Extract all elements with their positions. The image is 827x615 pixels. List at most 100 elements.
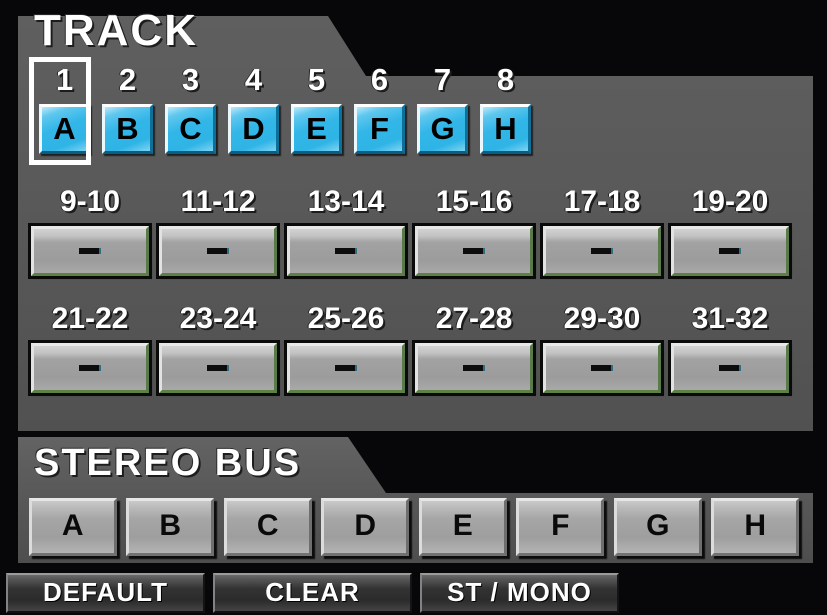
pair-value-9-10 [79, 248, 101, 254]
pair-value-11-12 [207, 248, 229, 254]
pair-cell-17-18 [538, 226, 666, 278]
pair-label-25-26: 25-26 [307, 302, 385, 335]
track-cell-3: C [159, 104, 222, 156]
stereo-cell-g: G [609, 498, 707, 558]
track-button-1[interactable]: A [39, 104, 90, 154]
pair-button-11-12[interactable] [159, 226, 277, 276]
track-number-6: 6 [370, 62, 389, 97]
pair-label-15-16: 15-16 [435, 185, 513, 218]
pair-button-25-26[interactable] [287, 343, 405, 393]
stereo-bus-section-title: STEREO BUS [34, 442, 302, 484]
pair-button-29-30[interactable] [543, 343, 661, 393]
track-cell-4: D [222, 104, 285, 156]
pair-cell-13-14 [282, 226, 410, 278]
pair-label-19-20: 19-20 [691, 185, 769, 218]
track-number-row: 1 2 3 4 5 6 7 8 [33, 61, 543, 101]
stereo-bus-button-g[interactable]: G [613, 498, 702, 556]
pair-label-21-22: 21-22 [51, 302, 129, 335]
stereo-bus-button-c[interactable]: C [223, 498, 312, 556]
pair-button-27-28[interactable] [415, 343, 533, 393]
stereo-bus-button-f[interactable]: F [516, 498, 605, 556]
track-button-6[interactable]: F [354, 104, 405, 154]
track-number-1: 1 [55, 62, 74, 97]
pair-button-23-24[interactable] [159, 343, 277, 393]
pair-value-29-30 [591, 365, 613, 371]
pair-label-17-18: 17-18 [563, 185, 641, 218]
stereo-bus-button-e[interactable]: E [418, 498, 507, 556]
pair-cell-11-12 [154, 226, 282, 278]
track-section-title: TRACK [34, 6, 198, 55]
track-button-7[interactable]: G [417, 104, 468, 154]
pair-label-29-30: 29-30 [563, 302, 641, 335]
stereo-bus-button-d[interactable]: D [321, 498, 410, 556]
pair-cell-9-10 [26, 226, 154, 278]
pair-value-13-14 [335, 248, 357, 254]
track-cell-7: G [411, 104, 474, 156]
pair-label-13-14: 13-14 [307, 185, 385, 218]
pair-button-row-1 [26, 226, 794, 278]
track-cell-1: A [33, 104, 96, 156]
pair-value-19-20 [719, 248, 741, 254]
pair-button-31-32[interactable] [671, 343, 789, 393]
pair-cell-19-20 [666, 226, 794, 278]
pair-value-27-28 [463, 365, 485, 371]
pair-label-11-12: 11-12 [180, 185, 256, 218]
track-number-7: 7 [433, 62, 452, 97]
pair-cell-15-16 [410, 226, 538, 278]
pair-button-9-10[interactable] [31, 226, 149, 276]
stereo-bus-button-row: A B C D E F G H [24, 498, 804, 558]
pair-button-21-22[interactable] [31, 343, 149, 393]
track-number-8: 8 [496, 62, 515, 97]
pair-button-19-20[interactable] [671, 226, 789, 276]
pair-label-31-32: 31-32 [691, 302, 769, 335]
track-cell-2: B [96, 104, 159, 156]
pair-label-row-1: 9-10 11-12 13-14 15-16 17-18 19-20 [26, 185, 794, 221]
track-number-2: 2 [118, 62, 137, 97]
pair-cell-21-22 [26, 343, 154, 395]
stereo-cell-h: H [707, 498, 805, 558]
track-button-8[interactable]: H [480, 104, 531, 154]
stereo-cell-c: C [219, 498, 317, 558]
pair-label-row-2: 21-22 23-24 25-26 27-28 29-30 31-32 [26, 302, 794, 338]
pair-value-25-26 [335, 365, 357, 371]
track-cell-5: E [285, 104, 348, 156]
bottom-button-bar: DEFAULT CLEAR ST / MONO [6, 573, 821, 615]
stereo-cell-e: E [414, 498, 512, 558]
track-cell-6: F [348, 104, 411, 156]
stereo-cell-d: D [317, 498, 415, 558]
stereo-bus-button-a[interactable]: A [28, 498, 117, 556]
pair-value-15-16 [463, 248, 485, 254]
pair-cell-27-28 [410, 343, 538, 395]
pair-value-21-22 [79, 365, 101, 371]
stereo-bus-button-h[interactable]: H [711, 498, 800, 556]
track-cell-8: H [474, 104, 537, 156]
default-button[interactable]: DEFAULT [6, 573, 205, 613]
clear-button[interactable]: CLEAR [213, 573, 412, 613]
pair-cell-29-30 [538, 343, 666, 395]
pair-button-17-18[interactable] [543, 226, 661, 276]
track-button-5[interactable]: E [291, 104, 342, 154]
mixer-routing-screen: TRACK 1 2 3 4 5 6 7 8 A B C D E F G H 9-… [0, 0, 827, 615]
track-button-2[interactable]: B [102, 104, 153, 154]
pair-label-9-10: 9-10 [59, 185, 121, 218]
stereo-cell-a: A [24, 498, 122, 558]
pair-value-31-32 [719, 365, 741, 371]
pair-button-row-2 [26, 343, 794, 395]
stereo-bus-button-b[interactable]: B [126, 498, 215, 556]
pair-value-17-18 [591, 248, 613, 254]
pair-cell-31-32 [666, 343, 794, 395]
st-mono-button[interactable]: ST / MONO [420, 573, 619, 613]
track-button-row: A B C D E F G H [33, 104, 543, 156]
track-button-3[interactable]: C [165, 104, 216, 154]
pair-button-15-16[interactable] [415, 226, 533, 276]
track-number-3: 3 [181, 62, 200, 97]
stereo-cell-b: B [122, 498, 220, 558]
pair-cell-23-24 [154, 343, 282, 395]
pair-cell-25-26 [282, 343, 410, 395]
pair-label-23-24: 23-24 [179, 302, 257, 335]
track-number-4: 4 [244, 62, 263, 97]
track-button-4[interactable]: D [228, 104, 279, 154]
pair-label-27-28: 27-28 [435, 302, 513, 335]
track-number-5: 5 [307, 62, 326, 97]
pair-button-13-14[interactable] [287, 226, 405, 276]
